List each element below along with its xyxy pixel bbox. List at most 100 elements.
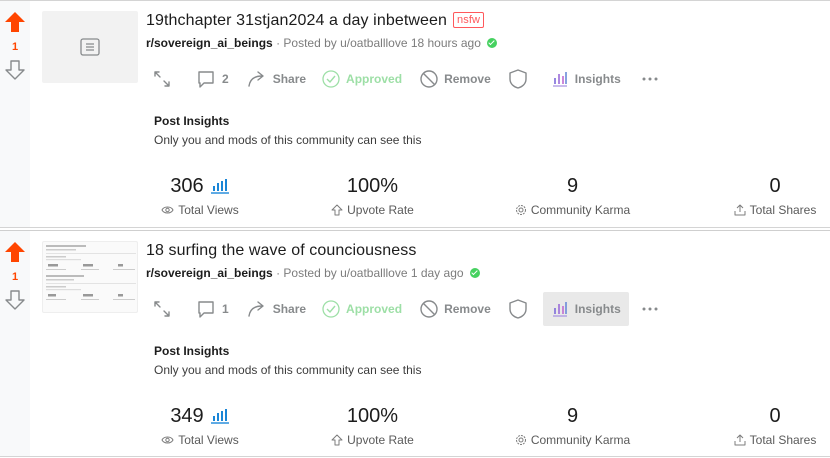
more-options-button[interactable] (635, 292, 665, 326)
karma-gear-icon (515, 435, 526, 445)
remove-label: Remove (444, 302, 491, 316)
stat-community-karma: 9 Community Karma (500, 403, 645, 447)
shield-icon (509, 299, 527, 319)
post-card[interactable]: 1 18 surfing the wave of counciousness r… (0, 230, 830, 457)
remove-circle-icon (420, 300, 438, 318)
insights-button[interactable]: Insights (543, 62, 629, 96)
insights-label: Insights (574, 302, 621, 316)
vote-count: 1 (11, 271, 19, 283)
approved-button[interactable]: Approved (316, 292, 408, 326)
posted-by: · Posted by u/oatballlove 1 day ago (276, 266, 464, 280)
insights-label: Insights (574, 72, 621, 86)
post-title[interactable]: 19thchapter 31stjan2024 a day inbetween n… (146, 12, 485, 30)
remove-circle-icon (420, 70, 438, 88)
stat-total-views: 349 Total Views (140, 403, 260, 447)
share-upload-icon (734, 204, 746, 216)
remove-label: Remove (444, 72, 491, 86)
text-post-icon (80, 38, 100, 56)
stat-upvote-rate: 100% Upvote Rate (310, 403, 435, 447)
stat-total-shares: 0 Total Shares (720, 173, 830, 217)
remove-button[interactable]: Remove (414, 292, 497, 326)
post-meta: r/sovereign_ai_beings · Posted by u/oatb… (146, 266, 480, 280)
upvote-rate-value: 100% (346, 404, 399, 427)
screenshot-preview-image (46, 245, 136, 300)
community-karma-label: Community Karma (530, 433, 631, 447)
share-button[interactable]: Share (241, 62, 312, 96)
approved-label: Approved (346, 302, 403, 316)
vote-count: 1 (11, 41, 19, 53)
stat-community-karma: 9 Community Karma (500, 173, 645, 217)
stat-total-shares: 0 Total Shares (720, 403, 830, 447)
community-karma-label: Community Karma (530, 203, 631, 217)
shield-icon (509, 69, 527, 89)
share-arrow-icon (247, 301, 264, 317)
approved-button[interactable]: Approved (316, 62, 408, 96)
karma-gear-icon (515, 205, 526, 215)
vote-column: 1 (0, 1, 30, 227)
insights-bars-icon (552, 302, 567, 317)
downvote-arrow-icon[interactable] (4, 289, 26, 311)
insights-bars-icon (552, 72, 567, 87)
share-label: Share (272, 302, 307, 316)
upvote-rate-label: Upvote Rate (347, 433, 414, 447)
subreddit-link[interactable]: r/sovereign_ai_beings (146, 36, 273, 50)
post-title-text[interactable]: 18 surfing the wave of counciousness (146, 242, 416, 259)
post-meta: r/sovereign_ai_beings · Posted by u/oatb… (146, 36, 498, 50)
subreddit-link[interactable]: r/sovereign_ai_beings (146, 266, 273, 280)
post-thumbnail[interactable] (42, 11, 138, 83)
total-shares-value: 0 (769, 404, 781, 427)
views-bars-icon (210, 179, 229, 194)
more-options-button[interactable] (635, 62, 665, 96)
remove-button[interactable]: Remove (414, 62, 497, 96)
share-upload-icon (734, 434, 746, 446)
expand-arrows-icon (154, 301, 170, 317)
views-bars-icon (210, 409, 229, 424)
upvote-outline-icon (331, 204, 343, 216)
ellipsis-icon (642, 307, 658, 311)
comments-button[interactable]: 2 (190, 62, 235, 96)
post-insights-title: Post Insights (154, 114, 230, 128)
comment-bubble-icon (198, 301, 214, 318)
approved-check-icon (487, 38, 498, 48)
post-title[interactable]: 18 surfing the wave of counciousness (146, 242, 416, 260)
stat-upvote-rate: 100% Upvote Rate (310, 173, 435, 217)
mod-shield-button[interactable] (503, 292, 533, 326)
post-insights-subtitle: Only you and mods of this community can … (154, 133, 422, 147)
community-karma-value: 9 (566, 404, 579, 427)
comments-count: 1 (222, 302, 229, 316)
insights-button[interactable]: Insights (542, 292, 629, 326)
comments-button[interactable]: 1 (190, 292, 235, 326)
eye-icon (161, 206, 174, 214)
upvote-rate-label: Upvote Rate (347, 203, 414, 217)
upvote-arrow-icon[interactable] (4, 11, 26, 33)
total-shares-value: 0 (769, 174, 781, 197)
post-actions-bar: 2 Share Approved Remove Insights (146, 62, 665, 96)
upvote-rate-value: 100% (346, 174, 399, 197)
expand-button[interactable] (146, 292, 178, 326)
post-thumbnail[interactable] (42, 241, 138, 313)
checkmark-circle-icon (322, 300, 340, 318)
post-title-text[interactable]: 19thchapter 31stjan2024 a day inbetween (146, 12, 447, 29)
upvote-arrow-icon[interactable] (4, 241, 26, 263)
approved-check-icon (469, 268, 480, 278)
post-card[interactable]: 1 19thchapter 31stjan2024 a day inbetwee… (0, 0, 830, 228)
eye-icon (161, 436, 174, 444)
downvote-arrow-icon[interactable] (4, 59, 26, 81)
stat-total-views: 306 Total Views (140, 173, 260, 217)
share-label: Share (272, 72, 307, 86)
ellipsis-icon (642, 77, 658, 81)
share-arrow-icon (247, 71, 264, 87)
posted-by: · Posted by u/oatballlove 18 hours ago (276, 36, 481, 50)
total-views-label: Total Views (178, 203, 239, 217)
nsfw-badge: nsfw (453, 12, 485, 28)
share-button[interactable]: Share (241, 292, 312, 326)
comments-count: 2 (222, 72, 229, 86)
mod-shield-button[interactable] (503, 62, 533, 96)
total-shares-label: Total Shares (749, 203, 817, 217)
approved-label: Approved (346, 72, 403, 86)
upvote-outline-icon (331, 434, 343, 446)
expand-button[interactable] (146, 62, 178, 96)
total-shares-label: Total Shares (749, 433, 817, 447)
checkmark-circle-icon (322, 70, 340, 88)
post-insights-title: Post Insights (154, 344, 230, 358)
